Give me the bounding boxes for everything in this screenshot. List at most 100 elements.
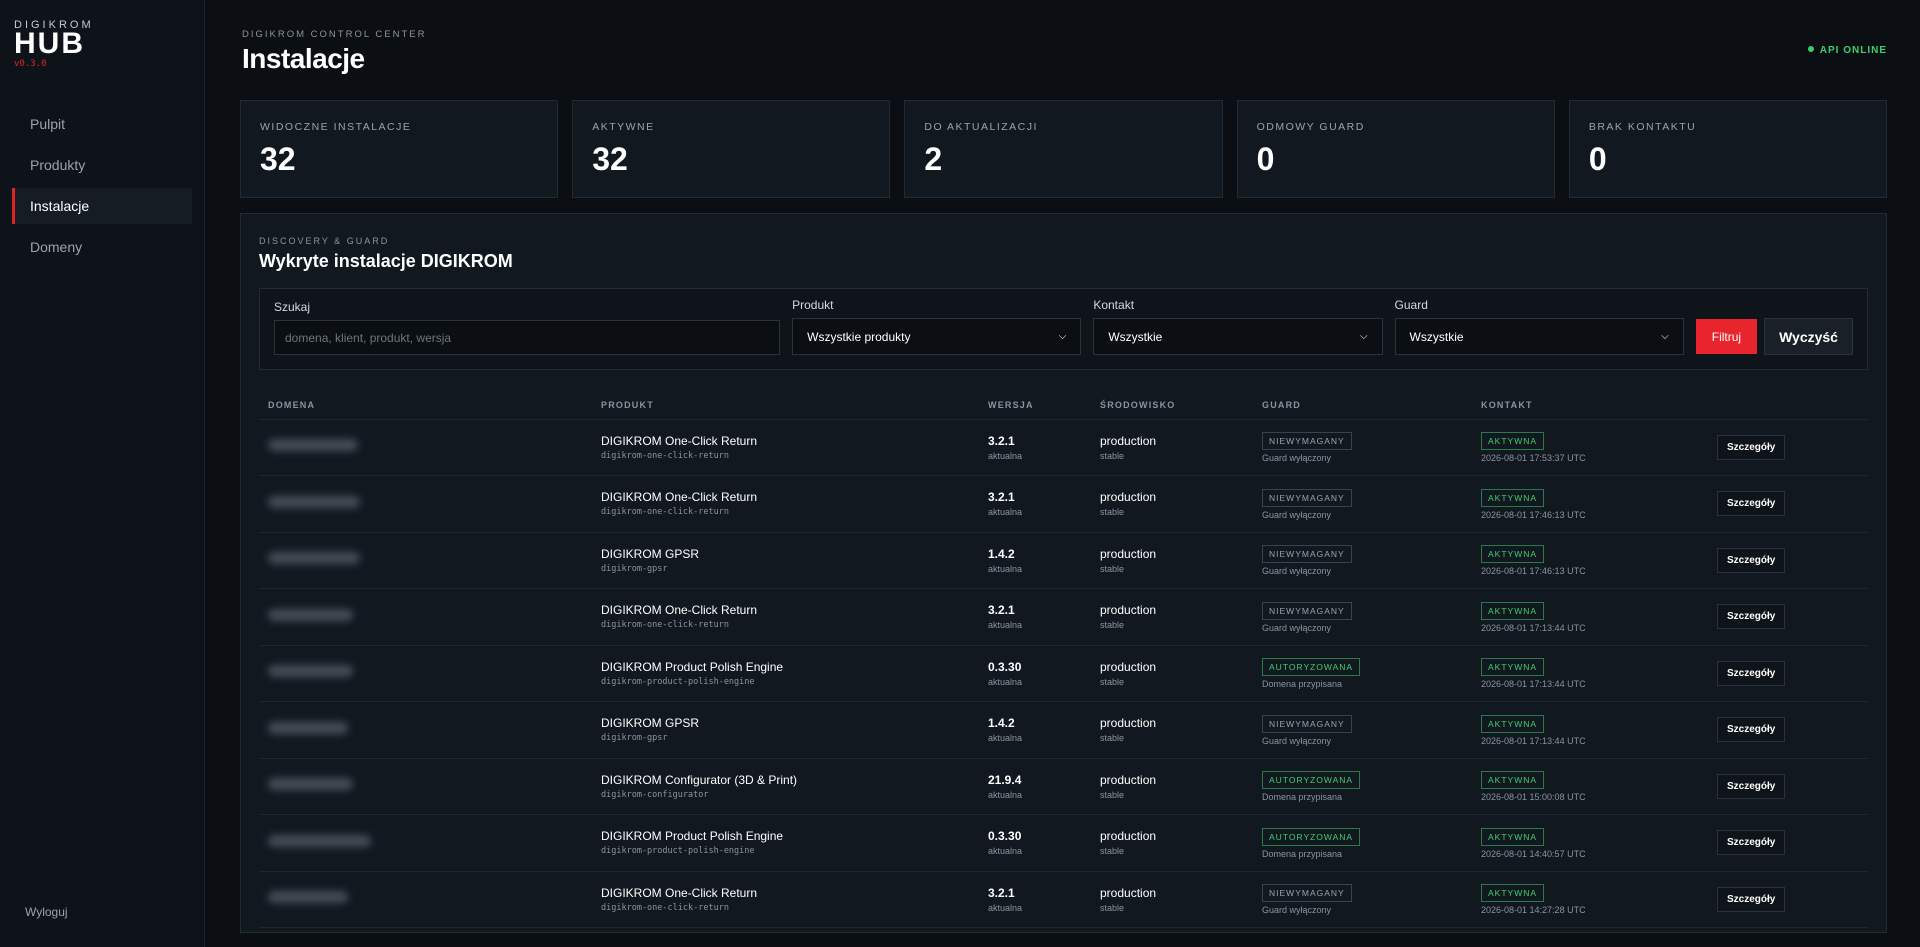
- details-button[interactable]: Szczegóły: [1717, 830, 1786, 856]
- product-slug: digikrom-gpsr: [601, 563, 668, 574]
- brand-logo[interactable]: DIGIKROM HUB v0.3.0: [0, 0, 204, 69]
- search-input[interactable]: [274, 320, 781, 355]
- version-note: aktualna: [988, 563, 1023, 574]
- guard-note: Guard wyłączony: [1262, 735, 1332, 746]
- clear-button[interactable]: Wyczyść: [1764, 318, 1853, 355]
- details-button[interactable]: Szczegóły: [1717, 773, 1786, 799]
- guard-note: Domena przypisana: [1262, 679, 1343, 690]
- cell-version: 1.4.2 aktualna: [979, 701, 1091, 759]
- cell-contact: AKTYWNA 2026-08-01 17:13:44 UTC: [1472, 588, 1708, 646]
- cell-contact: AKTYWNA 2026-08-01 14:27:28 UTC: [1472, 871, 1708, 928]
- filter-bar: Szukaj Produkt Wszystkie produkty ⌵ Kont…: [259, 288, 1868, 370]
- filter-button[interactable]: Filtruj: [1695, 319, 1758, 354]
- details-button[interactable]: Szczegóły: [1717, 491, 1786, 517]
- product-name: DIGIKROM Product Polish Engine: [601, 659, 784, 674]
- sidebar-nav: Pulpit Produkty Instalacje Domeny: [0, 106, 204, 265]
- contact-select[interactable]: Wszystkie ⌵: [1093, 318, 1383, 355]
- stat-label: AKTYWNE: [592, 121, 655, 133]
- stat-value: 0: [1588, 141, 1607, 177]
- table-row: DIGIKROM GPSR digikrom-gpsr 1.4.2 aktualna p…: [259, 532, 1868, 589]
- sidebar-item-pulpit[interactable]: Pulpit: [12, 106, 192, 142]
- stat-value: 32: [592, 141, 628, 177]
- cell-domain: [259, 588, 592, 646]
- cell-domain: [259, 758, 592, 815]
- contact-badge: AKTYWNA: [1481, 488, 1545, 507]
- product-name: DIGIKROM One-Click Return: [601, 433, 758, 448]
- version-value: 3.2.1: [988, 490, 1015, 505]
- table-row: DIGIKROM One-Click Return digikrom-one-cl…: [259, 419, 1868, 476]
- details-button[interactable]: Szczegóły: [1717, 434, 1786, 460]
- col-header-guard: GUARD: [1253, 392, 1472, 420]
- sidebar-item-instalacje[interactable]: Instalacje: [12, 188, 192, 224]
- details-button[interactable]: Szczegóły: [1717, 604, 1786, 630]
- environment-value: production: [1100, 603, 1157, 618]
- table-row: DIGIKROM One-Click Return digikrom-one-cl…: [259, 588, 1868, 646]
- col-header-actions: [1708, 392, 1868, 420]
- details-button[interactable]: Szczegóły: [1717, 717, 1786, 743]
- cell-domain: [259, 475, 592, 533]
- guard-badge: NIEWYMAGANY: [1262, 545, 1352, 564]
- guard-badge: NIEWYMAGANY: [1262, 432, 1352, 451]
- cell-product: DIGIKROM GPSR digikrom-gpsr: [592, 701, 979, 759]
- product-name: DIGIKROM GPSR: [601, 716, 700, 731]
- cell-guard: NIEWYMAGANY Guard wyłączony: [1253, 532, 1472, 589]
- contact-badge: AKTYWNA: [1481, 884, 1545, 903]
- product-slug: digikrom-one-click-return: [601, 620, 729, 631]
- cell-environment: production stable: [1091, 532, 1253, 589]
- contact-filter-label: Kontakt: [1093, 298, 1135, 312]
- stat-card-no-contact: BRAK KONTAKTU 0: [1568, 100, 1888, 198]
- status-dot-icon: [1807, 46, 1814, 52]
- environment-value: production: [1100, 716, 1157, 731]
- domain-redacted: [268, 778, 353, 791]
- stat-value: 32: [260, 141, 296, 177]
- details-button[interactable]: Szczegóły: [1717, 886, 1786, 912]
- environment-note: stable: [1100, 450, 1125, 461]
- contact-time: 2026-08-01 15:00:08 UTC: [1481, 792, 1586, 803]
- guard-note: Guard wyłączony: [1262, 566, 1332, 577]
- logout-link[interactable]: Wyloguj: [25, 905, 68, 919]
- product-select-value: Wszystkie produkty: [807, 329, 911, 344]
- environment-note: stable: [1100, 733, 1125, 744]
- product-name: DIGIKROM One-Click Return: [601, 885, 758, 900]
- version-note: aktualna: [988, 676, 1023, 687]
- installations-panel: DISCOVERY & GUARD Wykryte instalacje DIG…: [240, 213, 1887, 933]
- cell-environment: production stable: [1091, 588, 1253, 646]
- cell-product: DIGIKROM Product Polish Engine digikrom-p…: [592, 645, 979, 702]
- cell-domain: [259, 419, 592, 476]
- domain-redacted: [268, 834, 371, 847]
- sidebar: DIGIKROM HUB v0.3.0 Pulpit Produkty Inst…: [0, 0, 205, 947]
- cell-domain: [259, 532, 592, 589]
- cell-guard: NIEWYMAGANY Guard wyłączony: [1253, 419, 1472, 476]
- header-eyebrow: DIGIKROM CONTROL CENTER: [242, 29, 427, 40]
- guard-note: Guard wyłączony: [1262, 905, 1332, 916]
- domain-redacted: [268, 439, 358, 452]
- guard-badge: NIEWYMAGANY: [1262, 488, 1352, 507]
- environment-note: stable: [1100, 620, 1125, 631]
- product-name: DIGIKROM One-Click Return: [601, 603, 758, 618]
- guard-badge: NIEWYMAGANY: [1262, 601, 1352, 620]
- version-value: 3.2.1: [988, 885, 1015, 900]
- table-row: DIGIKROM Configurator (3D & Print) digikr…: [259, 758, 1868, 815]
- version-value: 3.2.1: [988, 603, 1015, 618]
- product-slug: digikrom-product-polish-engine: [601, 846, 755, 857]
- main-content: DIGIKROM CONTROL CENTER Instalacje API O…: [205, 0, 1920, 947]
- details-button[interactable]: Szczegóły: [1717, 660, 1786, 686]
- cell-environment: production stable: [1091, 701, 1253, 759]
- sidebar-item-produkty[interactable]: Produkty: [12, 147, 192, 183]
- cell-actions: Szczegóły: [1708, 871, 1868, 928]
- cell-contact: AKTYWNA 2026-08-01 17:13:44 UTC: [1472, 701, 1708, 759]
- details-button[interactable]: Szczegóły: [1717, 547, 1786, 573]
- chevron-down-icon: ⌵: [1058, 331, 1067, 342]
- contact-time: 2026-08-01 17:13:44 UTC: [1481, 679, 1586, 690]
- cell-product: DIGIKROM One-Click Return digikrom-one-cl…: [592, 871, 979, 928]
- sidebar-item-domeny[interactable]: Domeny: [12, 229, 192, 265]
- contact-time: 2026-08-01 17:46:13 UTC: [1481, 509, 1586, 520]
- stat-card-guard-denials: ODMOWY GUARD 0: [1236, 100, 1555, 198]
- product-slug: digikrom-one-click-return: [601, 902, 729, 913]
- product-name: DIGIKROM Configurator (3D & Print): [601, 772, 798, 787]
- col-header-contact: KONTAKT: [1472, 392, 1708, 420]
- contact-time: 2026-08-01 14:40:57 UTC: [1481, 848, 1586, 859]
- chevron-down-icon: ⌵: [1661, 331, 1669, 342]
- product-select[interactable]: Wszystkie produkty ⌵: [792, 318, 1082, 355]
- guard-select[interactable]: Wszystkie ⌵: [1394, 318, 1684, 355]
